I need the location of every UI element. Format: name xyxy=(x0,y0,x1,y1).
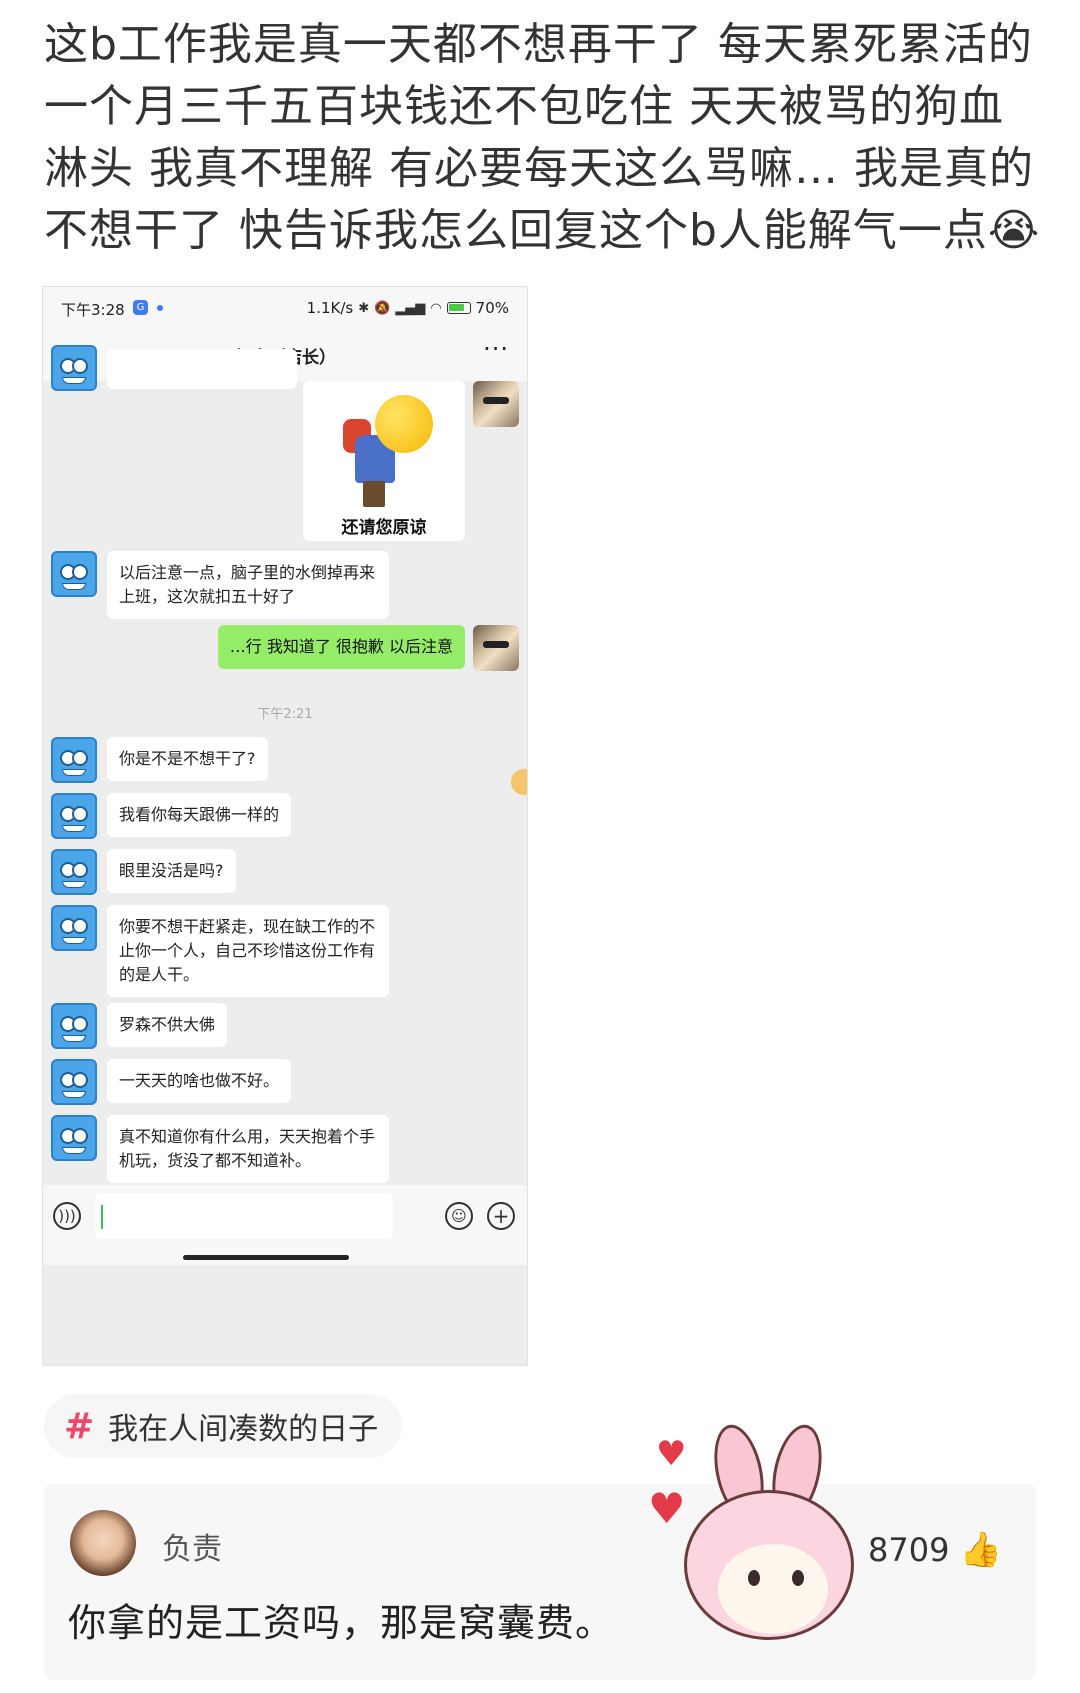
status-time: 下午3:28 xyxy=(61,301,125,319)
avatar[interactable] xyxy=(51,345,97,391)
thumbs-up-icon: 👍 xyxy=(959,1530,1002,1570)
avatar[interactable] xyxy=(51,793,97,839)
bunny-eye-right xyxy=(792,1570,804,1586)
avatar[interactable] xyxy=(51,737,97,783)
message-bubble[interactable]: 一天天的啥也做不好。 xyxy=(107,1059,292,1103)
avatar[interactable] xyxy=(51,1115,97,1161)
plus-icon[interactable]: + xyxy=(487,1202,515,1230)
chat-screenshot: 下午3:28 G 1.1K/s ✱ 🔕 ▂▄▆ ◠ 70% ‹ 赵鑫（店长） ·… xyxy=(42,286,528,1366)
topic-tag[interactable]: # 我在人间凑数的日子 xyxy=(44,1394,403,1458)
avatar[interactable] xyxy=(473,381,519,427)
home-indicator[interactable] xyxy=(183,1255,349,1260)
like-count: 8709 xyxy=(868,1531,950,1569)
notification-badge-icon: G xyxy=(133,300,148,315)
topic-label: 我在人间凑数的日子 xyxy=(108,1412,379,1447)
commenter-avatar[interactable] xyxy=(70,1510,136,1576)
network-speed: 1.1K/s xyxy=(306,299,354,317)
emoji-icon[interactable]: ☺ xyxy=(445,1202,473,1230)
avatar[interactable] xyxy=(51,1059,97,1105)
bunny-eye-left xyxy=(748,1570,760,1586)
text-cursor xyxy=(101,1205,103,1229)
signal-icon: ▂▄▆ xyxy=(395,300,426,316)
message-bubble[interactable]: 以后注意一点，脑子里的水倒掉再来上班，这次就扣五十好了 xyxy=(107,551,389,619)
post-text: 这b工作我是真一天都不想再干了 每天累死累活的一个月三千五百块钱还不包吃住 天天… xyxy=(44,19,1041,256)
mute-icon: 🔕 xyxy=(374,300,391,316)
avatar[interactable] xyxy=(473,625,519,671)
battery-icon xyxy=(446,302,471,314)
heart-icon: ♥ xyxy=(648,1484,686,1533)
bunny-sticker: ♥ ♥ xyxy=(648,1420,876,1654)
message-bubble-self[interactable]: …行 我知道了 很抱歉 以后注意 xyxy=(217,625,465,669)
avatar[interactable] xyxy=(51,1003,97,1049)
commenter-name[interactable]: 负责 xyxy=(162,1524,222,1568)
like-button[interactable]: 8709 👍 xyxy=(868,1530,1002,1570)
input-bar: ))) ☺ + xyxy=(43,1185,527,1265)
comment-text: 你拿的是工资吗，那是窝囊费。 xyxy=(68,1601,615,1645)
message-bubble[interactable]: 真不知道你有什么用，天天抱着个手机玩，货没了都不知道补。 xyxy=(107,1115,389,1183)
sticker-caption: 还请您原谅 xyxy=(341,518,427,538)
avatar[interactable] xyxy=(51,905,97,951)
battery-level: 70% xyxy=(475,299,509,317)
sticker-face xyxy=(375,395,433,453)
top-comment[interactable]: 负责 你拿的是工资吗，那是窝囊费。 xyxy=(44,1484,1036,1680)
more-icon[interactable]: ··· xyxy=(483,335,509,363)
hashtag-icon: # xyxy=(64,1405,95,1447)
message-bubble[interactable] xyxy=(107,349,297,389)
wifi-icon: ◠ xyxy=(430,300,442,316)
status-indicators: 1.1K/s ✱ 🔕 ▂▄▆ ◠ 70% xyxy=(307,299,509,317)
heart-icon: ♥ xyxy=(656,1434,687,1474)
message-input[interactable] xyxy=(95,1193,393,1239)
message-timestamp: 下午2:21 xyxy=(257,707,313,722)
bluetooth-icon: ✱ xyxy=(358,300,370,316)
sticker-message[interactable]: 还请您原谅 xyxy=(303,381,465,541)
status-dot-icon xyxy=(157,305,163,311)
message-list[interactable]: 还请您原谅 以后注意一点，脑子里的水倒掉再来上班，这次就扣五十好了 …行 我知道… xyxy=(43,345,527,1271)
message-bubble[interactable]: 我看你每天跟佛一样的 xyxy=(107,793,292,837)
avatar[interactable] xyxy=(51,849,97,895)
message-bubble[interactable]: 眼里没活是吗? xyxy=(107,849,236,893)
status-bar: 下午3:28 G 1.1K/s ✱ 🔕 ▂▄▆ ◠ 70% xyxy=(43,287,527,329)
avatar[interactable] xyxy=(51,551,97,597)
message-bubble[interactable]: 你要不想干赶紧走，现在缺工作的不止你一个人，自己不珍惜这份工作有的是人干。 xyxy=(107,905,389,997)
message-bubble[interactable]: 罗森不供大佛 xyxy=(107,1003,228,1047)
sticker-legs xyxy=(363,481,385,507)
message-bubble[interactable]: 你是不是不想干了? xyxy=(107,737,268,781)
bunny-face xyxy=(718,1544,828,1634)
voice-icon[interactable]: ))) xyxy=(53,1202,81,1230)
